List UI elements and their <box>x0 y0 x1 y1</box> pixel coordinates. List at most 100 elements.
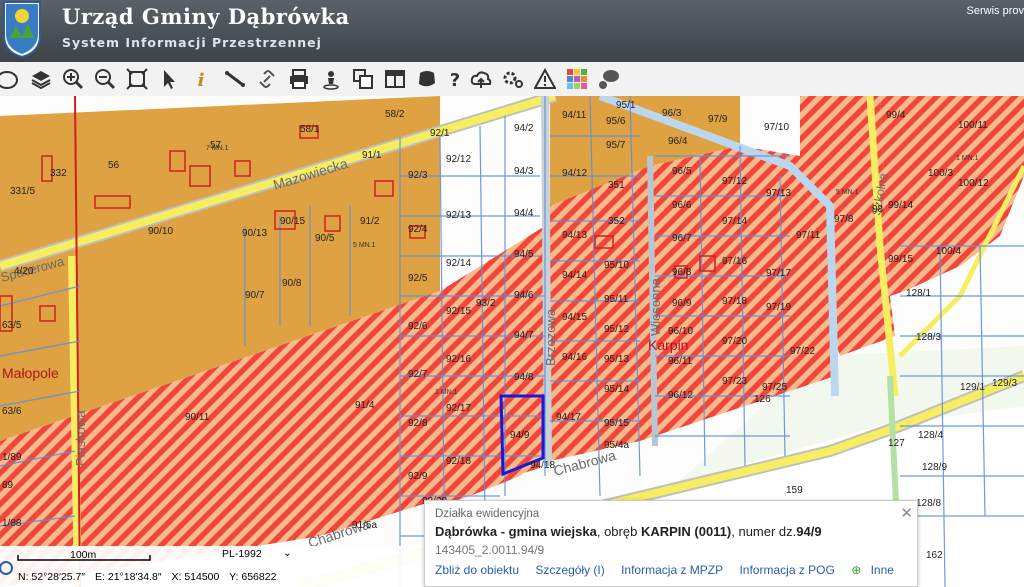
parcel-label: 99/14 <box>888 200 913 211</box>
parcel-label: 96/9 <box>672 298 692 309</box>
parcel-label: 95/7 <box>606 140 626 151</box>
parcel-label: 97/17 <box>766 268 791 279</box>
parcel-label: 95/11 <box>604 294 629 305</box>
parcel-label: 97/19 <box>766 302 791 313</box>
zoom-in-icon[interactable] <box>60 65 86 93</box>
parcel-label: 1/89 <box>2 452 22 463</box>
parcel-label: 97/23 <box>722 376 747 387</box>
parcel-label: 97/11 <box>796 230 821 241</box>
other-link[interactable]: Inne <box>871 563 894 577</box>
parcel-label: 159 <box>786 485 803 496</box>
copy-icon[interactable] <box>350 65 376 93</box>
parcel-label: 94/14 <box>562 270 587 281</box>
info-icon[interactable]: i <box>188 65 214 93</box>
parcel-label: 96/10 <box>668 326 693 337</box>
parcel-label: 331/5 <box>10 186 35 197</box>
select-arrow-icon[interactable] <box>156 65 182 93</box>
chat-icon[interactable] <box>596 65 622 93</box>
user-marker-icon[interactable] <box>318 65 344 93</box>
cloud-upload-icon[interactable] <box>468 65 494 93</box>
print-icon[interactable] <box>286 65 312 93</box>
parcel-label: 90/8 <box>282 278 302 289</box>
parcel-label: 97/25 <box>762 382 787 393</box>
parcel-label: 96/8 <box>672 267 692 278</box>
parcel-label: 128/9 <box>922 462 947 473</box>
parcel-label: 352 <box>608 216 625 227</box>
pan-hand-icon[interactable] <box>0 65 20 93</box>
parcel-label: 128/8 <box>916 498 941 509</box>
app-subtitle: System Informacji Przestrzennej <box>62 35 322 50</box>
parcel-label: 95/13 <box>604 354 629 365</box>
window-layout-icon[interactable] <box>382 65 408 93</box>
parcel-label: 94/2 <box>514 123 534 134</box>
parcel-label: 128/3 <box>916 332 941 343</box>
scale-label: 100m <box>70 549 97 561</box>
parcel-label: 63/5 <box>2 320 22 331</box>
parcel-label: 96/7 <box>672 233 692 244</box>
parcel-label: 92/7 <box>408 369 428 380</box>
parcel-label: 4/20 <box>14 266 34 277</box>
parcel-label: 90/10 <box>148 226 173 237</box>
parcel-label: 100/4 <box>936 246 961 257</box>
parcel-label: 129/3 <box>992 378 1017 389</box>
details-link[interactable]: Szczegóły (I) <box>535 563 604 577</box>
parcel-label: 92/1 <box>430 128 450 139</box>
coordinate-readout: N: 52°28′25.7″ E: 21°18′34.8″ X: 514500 … <box>18 571 283 583</box>
parcel-label: 94/15 <box>562 312 587 323</box>
app-title: Urząd Gminy Dąbrówka <box>62 4 350 29</box>
warning-triangle-icon[interactable] <box>532 65 558 93</box>
parcel-label: 91/2 <box>360 216 380 227</box>
help-icon[interactable]: ? <box>442 65 468 93</box>
parcel-label: 97/8 <box>834 214 854 225</box>
zoom-out-icon[interactable] <box>92 65 118 93</box>
place-label-karpin: Karpin <box>648 337 688 353</box>
toolbar: i ? <box>0 62 1024 97</box>
mpzp-info-link[interactable]: Informacja z MPZP <box>621 563 723 577</box>
zoom-to-object-link[interactable]: Zbliż do obiektu <box>435 563 519 577</box>
popup-obreb-label: , obręb <box>596 524 641 539</box>
coord-n: N: 52°28′25.7″ <box>18 571 86 583</box>
parcel-label: 351 <box>608 180 625 191</box>
parcel-label: 94/6 <box>514 290 534 301</box>
street-label-wiosenna: Wiosenna <box>648 277 663 336</box>
parcel-label: 94/7 <box>514 330 534 341</box>
plus-icon[interactable]: ⊕ <box>851 563 861 577</box>
parcel-label: 92/12 <box>446 154 471 165</box>
parcel-label: 92/8 <box>408 418 428 429</box>
parcel-label: 94/12 <box>562 168 587 179</box>
parcel-label: 332 <box>50 168 67 179</box>
service-link[interactable]: Serwis prov <box>967 5 1024 17</box>
popup-number-label: , numer dz. <box>731 524 797 539</box>
projection-select[interactable]: PL-1992 <box>222 548 262 560</box>
parcel-label: 97/22 <box>790 346 815 357</box>
parcel-label: 95/10 <box>604 260 629 271</box>
zoom-extent-icon[interactable] <box>124 65 150 93</box>
measure-line-icon[interactable] <box>222 65 248 93</box>
parcel-label: 97/9 <box>708 114 728 125</box>
close-icon[interactable]: ✕ <box>900 504 913 522</box>
parcel-label: 94/8 <box>514 372 534 383</box>
pog-info-link[interactable]: Informacja z POG <box>739 563 834 577</box>
shape-icon[interactable] <box>414 65 440 93</box>
parcel-label: 97/20 <box>722 336 747 347</box>
parcel-label: 96/6 <box>672 200 692 211</box>
parcel-label: 58/2 <box>385 109 405 120</box>
parcel-label: 129/1 <box>960 382 985 393</box>
parcel-label: 162 <box>926 550 943 561</box>
parcel-label: 92/14 <box>446 258 471 269</box>
coord-y: Y: 656822 <box>229 571 277 583</box>
parcel-label: 63/6 <box>2 406 22 417</box>
parcel-label: 92/15 <box>446 306 471 317</box>
parcel-label: 90/15 <box>280 216 305 227</box>
popup-links: Zbliż do obiektu Szczegóły (I) Informacj… <box>435 563 907 577</box>
parcel-label: 91/5a <box>352 520 377 531</box>
parcel-label: 96/3 <box>662 108 682 119</box>
color-grid-icon[interactable] <box>564 65 590 93</box>
zone-label: 5 MN.1 <box>353 242 376 249</box>
parcel-label: 94/3 <box>514 166 534 177</box>
settings-icon[interactable] <box>500 65 526 93</box>
layers-icon[interactable] <box>28 65 54 93</box>
link-icon[interactable] <box>254 65 280 93</box>
chevron-down-icon[interactable]: ⌄ <box>283 547 292 559</box>
parcel-label: 126 <box>754 394 771 405</box>
